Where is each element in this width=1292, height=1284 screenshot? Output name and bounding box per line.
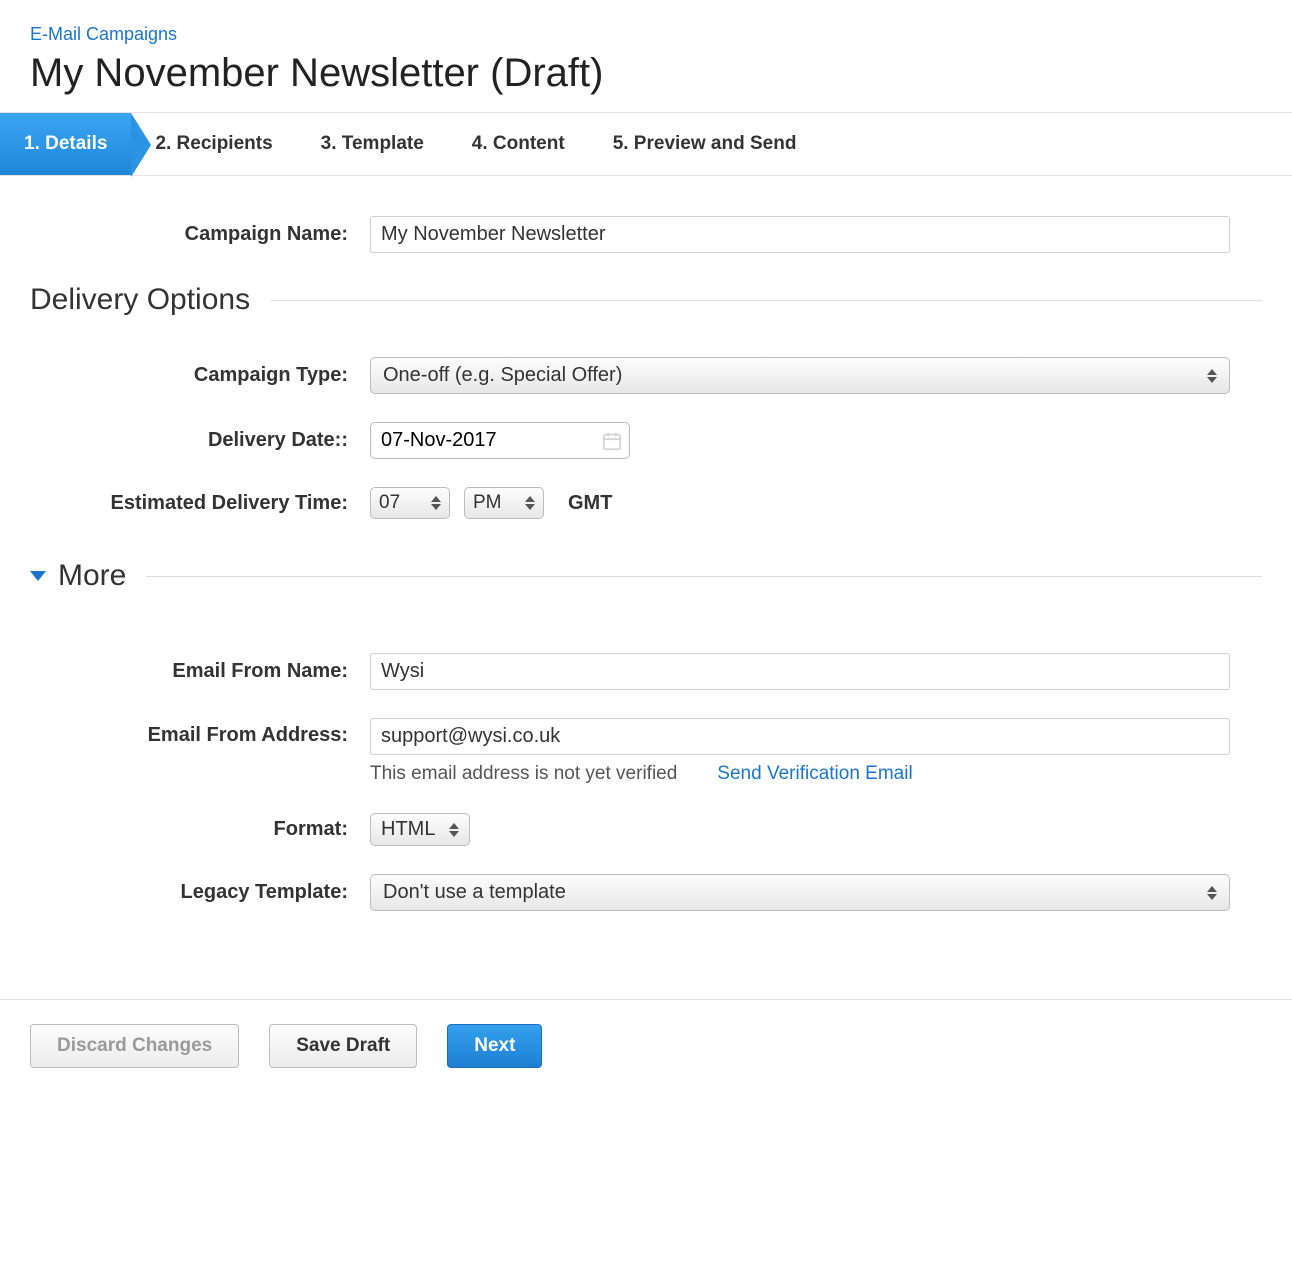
campaign-type-select[interactable]: One-off (e.g. Special Offer) (370, 357, 1230, 394)
from-address-label: Email From Address: (30, 718, 370, 747)
ampm-value: PM (473, 492, 502, 514)
from-name-label: Email From Name: (30, 660, 370, 683)
save-draft-button[interactable]: Save Draft (269, 1024, 417, 1068)
campaign-name-label: Campaign Name: (30, 223, 370, 246)
format-select[interactable]: HTML (370, 813, 470, 846)
more-title: More (58, 559, 126, 593)
chevron-down-icon (30, 571, 46, 581)
select-spinner-icon (1207, 886, 1217, 900)
tab-content[interactable]: 4. Content (448, 113, 589, 175)
campaign-type-label: Campaign Type: (30, 364, 370, 387)
format-value: HTML (381, 818, 435, 841)
next-button[interactable]: Next (447, 1024, 542, 1068)
legacy-template-value: Don't use a template (383, 881, 566, 904)
delivery-options-header: Delivery Options (30, 283, 1262, 317)
delivery-date-input[interactable] (371, 423, 601, 458)
legacy-template-select[interactable]: Don't use a template (370, 874, 1230, 911)
from-name-input[interactable] (370, 653, 1230, 690)
estimated-time-label: Estimated Delivery Time: (30, 492, 370, 515)
ampm-select[interactable]: PM (464, 487, 544, 519)
campaign-name-input[interactable] (370, 216, 1230, 253)
tab-recipients[interactable]: 2. Recipients (131, 113, 296, 175)
hour-value: 07 (379, 492, 400, 514)
more-section-header[interactable]: More (30, 559, 1262, 593)
discard-changes-button[interactable]: Discard Changes (30, 1024, 239, 1068)
section-divider (146, 576, 1262, 577)
timezone-label: GMT (568, 492, 612, 515)
verification-hint: This email address is not yet verified (370, 763, 677, 785)
hour-select[interactable]: 07 (370, 487, 450, 519)
format-label: Format: (30, 818, 370, 841)
select-spinner-icon (449, 823, 459, 837)
legacy-template-label: Legacy Template: (30, 881, 370, 904)
tab-template[interactable]: 3. Template (297, 113, 448, 175)
delivery-options-title: Delivery Options (30, 283, 250, 317)
tab-details[interactable]: 1. Details (0, 113, 131, 175)
tab-preview-send[interactable]: 5. Preview and Send (589, 113, 821, 175)
campaign-type-value: One-off (e.g. Special Offer) (383, 364, 622, 387)
delivery-date-label: Delivery Date:: (30, 429, 370, 452)
footer-bar: Discard Changes Save Draft Next (0, 999, 1292, 1092)
select-spinner-icon (1207, 369, 1217, 383)
select-spinner-icon (431, 496, 441, 510)
from-address-input[interactable] (370, 718, 1230, 755)
delivery-date-input-wrap[interactable] (370, 422, 630, 459)
breadcrumb-link[interactable]: E-Mail Campaigns (30, 24, 177, 45)
send-verification-link[interactable]: Send Verification Email (717, 763, 912, 785)
calendar-icon (601, 430, 623, 452)
select-spinner-icon (525, 496, 535, 510)
page-title: My November Newsletter (Draft) (30, 51, 1262, 96)
section-divider (270, 300, 1262, 301)
wizard-tabs: 1. Details 2. Recipients 3. Template 4. … (0, 112, 1292, 176)
